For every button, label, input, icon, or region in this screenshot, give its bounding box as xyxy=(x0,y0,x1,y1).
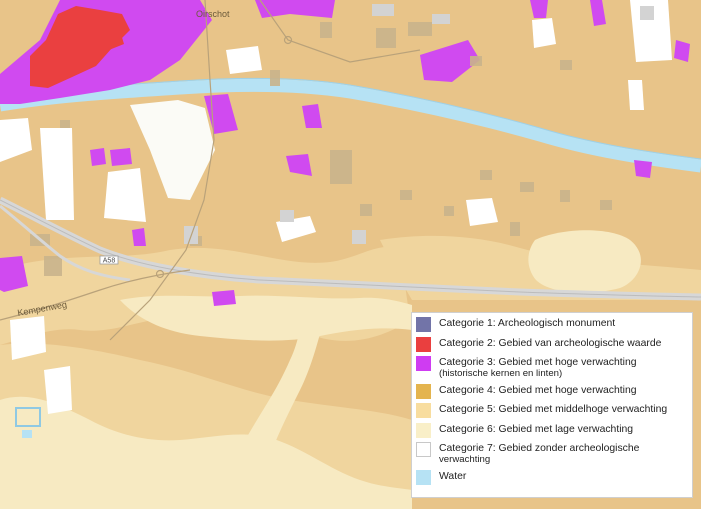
legend-item-water: Water xyxy=(416,469,688,485)
category-3-area xyxy=(132,228,146,246)
legend-swatch xyxy=(416,317,431,332)
legend-item-category-7: Categorie 7: Gebied zonder archeologisch… xyxy=(416,441,688,465)
legend-swatch xyxy=(416,422,431,438)
category-6-area xyxy=(528,230,641,293)
town-label: Oirschot xyxy=(196,9,230,19)
category-3-area xyxy=(90,148,106,166)
legend-label: Categorie 6: Gebied met lage verwachting xyxy=(439,423,634,435)
legend-swatch xyxy=(416,336,431,352)
legend-swatch xyxy=(416,383,431,399)
legend-sublabel: (historische kernen en linten) xyxy=(439,368,563,379)
category-3-area xyxy=(634,160,652,178)
category-7-area xyxy=(44,366,72,414)
legend-swatch xyxy=(416,403,431,418)
legend-item-category-6: Categorie 6: Gebied met lage verwachting xyxy=(416,422,688,438)
category-7-area xyxy=(104,168,146,222)
legend-item-category-1: Categorie 1: Archeologisch monument xyxy=(416,316,688,332)
category-3-area xyxy=(212,290,236,306)
legend-label: Categorie 7: Gebied zonder archeologisch… xyxy=(439,443,640,454)
legend-label: Categorie 4: Gebied met hoge verwachting xyxy=(439,384,637,396)
legend-sublabel: verwachting xyxy=(439,454,491,465)
category-7-area xyxy=(226,46,262,74)
category-3-area xyxy=(110,148,132,166)
category-7-area xyxy=(532,18,556,48)
legend-label: Water xyxy=(439,470,467,482)
legend-item-category-4: Categorie 4: Gebied met hoge verwachting xyxy=(416,383,688,399)
legend-item-category-2: Categorie 2: Gebied van archeologische w… xyxy=(416,336,688,352)
legend-item-category-5: Categorie 5: Gebied met middelhoge verwa… xyxy=(416,402,688,418)
category-7-area xyxy=(628,80,644,110)
legend-swatch xyxy=(416,356,431,371)
legend-swatch xyxy=(416,469,431,485)
legend-swatch xyxy=(416,442,431,457)
pond xyxy=(22,430,32,438)
legend-label: Categorie 5: Gebied met middelhoge verwa… xyxy=(439,404,668,415)
road-number-label: A58 xyxy=(103,258,116,265)
legend-label: Categorie 2: Gebied van archeologische w… xyxy=(439,337,662,349)
legend-label: Categorie 3: Gebied met hoge verwachting xyxy=(439,357,637,368)
legend-label: Categorie 1: Archeologisch monument xyxy=(439,318,616,329)
legend-item-category-3: Categorie 3: Gebied met hoge verwachting… xyxy=(416,355,688,379)
map-legend: Categorie 1: Archeologisch monument Cate… xyxy=(411,312,693,498)
